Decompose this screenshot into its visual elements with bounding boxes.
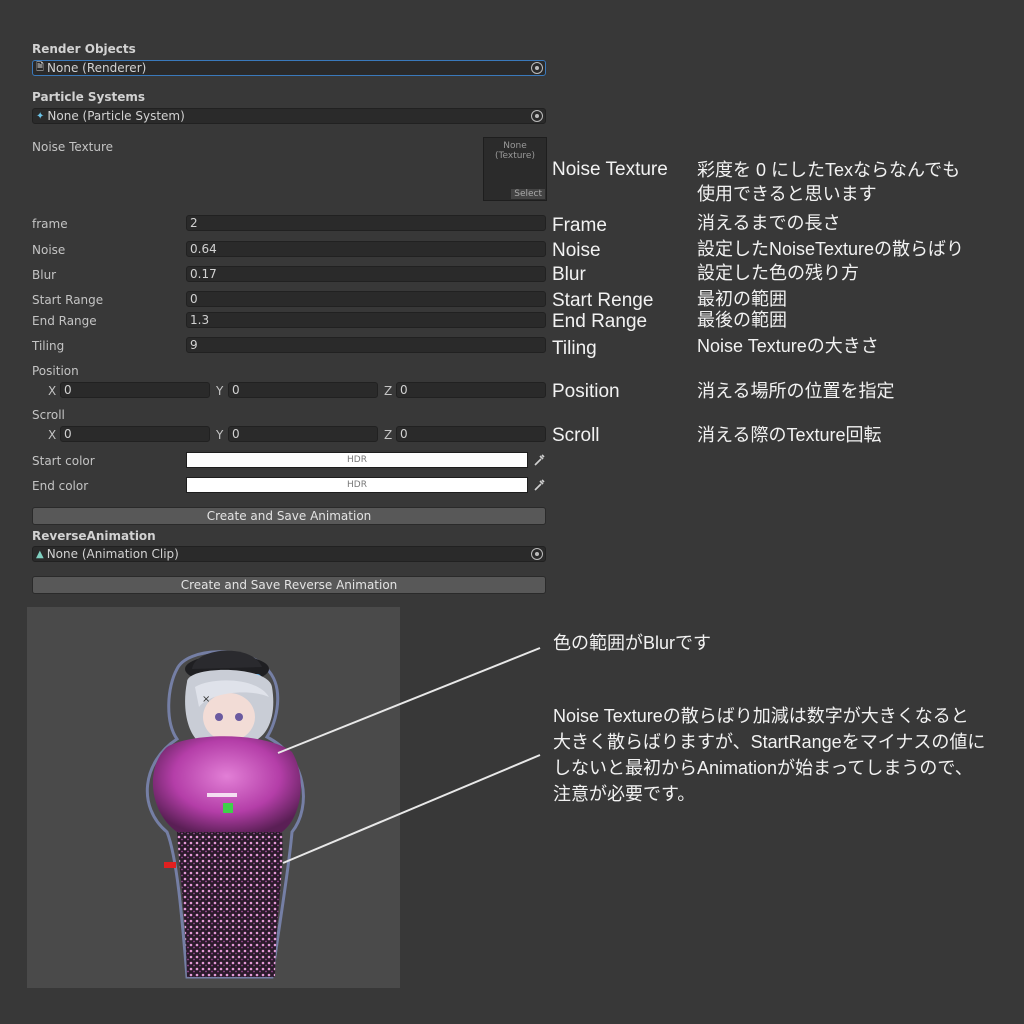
annotation-line: 注意が必要です。 xyxy=(553,784,696,804)
annotation-line: Noise Textureの散らばり加減は数字が大きくなると xyxy=(553,706,969,726)
annotation-line: しないと最初からAnimationが始まってしまうので、 xyxy=(553,758,973,778)
blur-annotation: 色の範囲がBlurです xyxy=(553,633,712,653)
annotation-line: 大きく散らばりますが、StartRangeをマイナスの値に xyxy=(553,732,986,752)
annotation-lines xyxy=(277,647,541,864)
noise-annotation: Noise Textureの散らばり加減は数字が大きくなると 大きく散らばります… xyxy=(553,703,985,807)
